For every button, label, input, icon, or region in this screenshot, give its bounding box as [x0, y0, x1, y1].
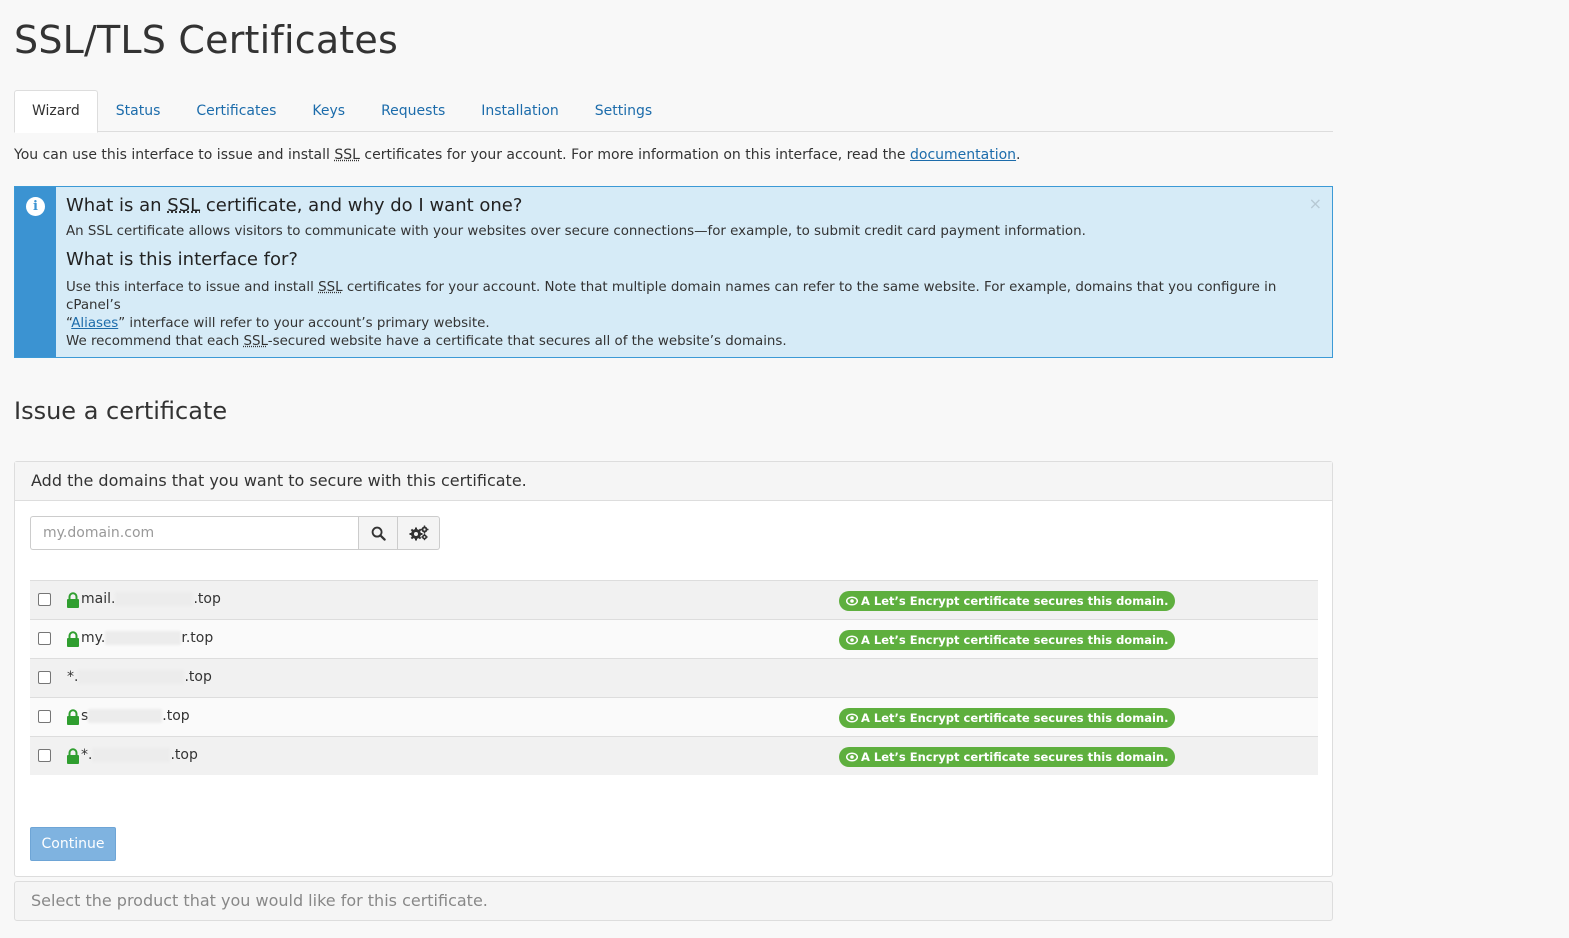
lock-icon [67, 592, 79, 608]
status-badge: A Let’s Encrypt certificate secures this… [839, 747, 1176, 767]
search-icon [371, 526, 386, 541]
status-badge: A Let’s Encrypt certificate secures this… [839, 630, 1176, 650]
eye-icon [846, 752, 858, 762]
domain-name: my. r.top [81, 630, 213, 646]
alert-side-bar: i [15, 187, 56, 357]
domain-suffix: .top [162, 708, 190, 724]
aliases-link[interactable]: Aliases [71, 316, 118, 331]
domain-prefix: *. [67, 669, 79, 685]
alert-p4-prefix: We recommend that each [66, 334, 244, 349]
alert-p4: We recommend that each SSL-secured websi… [66, 333, 1322, 351]
domains-panel-heading: Add the domains that you want to secure … [15, 462, 1332, 501]
lock-icon [67, 631, 79, 647]
tab-bar: Wizard Status Certificates Keys Requests… [14, 90, 1333, 133]
domain-checkbox[interactable] [38, 710, 51, 723]
domain-checkbox[interactable] [38, 593, 51, 606]
tab-settings[interactable]: Settings [577, 90, 670, 132]
redacted-text [105, 631, 182, 645]
domain-row: my. r.top A Let’s Encrypt certificate sec… [30, 619, 1318, 658]
close-icon[interactable]: × [1309, 194, 1322, 213]
domain-row: *. .top [30, 658, 1318, 697]
eye-icon [846, 635, 858, 645]
alert-p2-prefix: Use this interface to issue and install [66, 280, 319, 295]
badge-label: A Let’s Encrypt certificate secures this… [861, 711, 1169, 725]
alert-p4-suffix: -secured website have a certificate that… [267, 334, 787, 349]
info-icon: i [26, 197, 45, 216]
settings-button[interactable] [398, 516, 440, 550]
search-button[interactable] [358, 516, 398, 550]
alert-p2-abbr: SSL [318, 280, 343, 295]
domain-checkbox[interactable] [38, 671, 51, 684]
domain-name: mail. .top [81, 591, 221, 607]
alert-h1-suffix: certificate, and why do I want one? [200, 195, 523, 216]
domain-prefix: s [81, 708, 89, 724]
domain-prefix: *. [81, 747, 93, 763]
intro-suffix: certificates for your account. For more … [359, 147, 910, 163]
domain-prefix: my. [81, 630, 106, 646]
alert-heading-what-is-ssl: What is an SSL certificate, and why do I… [66, 195, 1322, 216]
status-badge: A Let’s Encrypt certificate secures this… [839, 591, 1176, 611]
eye-icon [846, 713, 858, 723]
domain-name: *. .top [67, 669, 212, 685]
intro-text: You can use this interface to issue and … [14, 147, 1021, 163]
domain-list: mail. .top A Let’s Encrypt certificate se… [30, 580, 1318, 775]
info-alert: i What is an SSL certificate, and why do… [14, 186, 1333, 358]
tab-installation[interactable]: Installation [463, 90, 577, 132]
redacted-text [92, 748, 171, 762]
intro-ssl-abbr: SSL [334, 147, 360, 163]
alert-body: What is an SSL certificate, and why do I… [56, 187, 1332, 357]
domain-search-group [30, 516, 440, 550]
redacted-text [88, 709, 163, 723]
domain-row: *. .top A Let’s Encrypt certificate secur… [30, 736, 1318, 775]
tab-keys[interactable]: Keys [294, 90, 363, 132]
tab-status[interactable]: Status [98, 90, 179, 132]
domain-checkbox[interactable] [38, 749, 51, 762]
page-title: SSL/TLS Certificates [14, 18, 398, 62]
domain-prefix: mail. [81, 591, 116, 607]
product-panel-heading[interactable]: Select the product that you would like f… [14, 881, 1333, 921]
status-badge: A Let’s Encrypt certificate secures this… [839, 708, 1176, 728]
tab-requests[interactable]: Requests [363, 90, 463, 132]
redacted-text [78, 670, 185, 684]
alert-heading-interface: What is this interface for? [66, 249, 298, 270]
intro-prefix: You can use this interface to issue and … [14, 147, 335, 163]
tab-wizard[interactable]: Wizard [14, 90, 98, 133]
alert-p4-abbr: SSL [243, 334, 268, 349]
documentation-link[interactable]: documentation [910, 147, 1016, 163]
lock-icon [67, 709, 79, 725]
domain-search-input[interactable] [30, 516, 358, 550]
alert-p2: Use this interface to issue and install … [66, 279, 1322, 315]
badge-label: A Let’s Encrypt certificate secures this… [861, 594, 1169, 608]
eye-icon [846, 596, 858, 606]
alert-h1-prefix: What is an [66, 195, 168, 216]
domain-name: *. .top [81, 747, 198, 763]
badge-label: A Let’s Encrypt certificate secures this… [861, 750, 1169, 764]
badge-label: A Let’s Encrypt certificate secures this… [861, 633, 1169, 647]
domain-suffix: .top [170, 747, 198, 763]
redacted-text [115, 592, 194, 606]
alert-p3: “Aliases” interface will refer to your a… [66, 315, 1322, 333]
alert-h1-abbr: SSL [167, 195, 201, 216]
domain-row: s .top A Let’s Encrypt certificate secure… [30, 697, 1318, 736]
alert-p1: An SSL certificate allows visitors to co… [66, 224, 1086, 239]
domain-suffix: .top [193, 591, 221, 607]
issue-heading: Issue a certificate [14, 397, 228, 425]
gears-icon [409, 525, 428, 541]
domain-suffix: r.top [181, 630, 214, 646]
domain-name: s .top [81, 708, 190, 724]
domain-row: mail. .top A Let’s Encrypt certificate se… [30, 580, 1318, 619]
lock-icon [67, 748, 79, 764]
alert-p3-suffix: ” interface will refer to your account’s… [118, 316, 490, 331]
continue-button[interactable]: Continue [30, 827, 116, 861]
intro-end: . [1016, 147, 1021, 163]
domains-panel: Add the domains that you want to secure … [14, 461, 1333, 877]
tab-certificates[interactable]: Certificates [178, 90, 294, 132]
domain-suffix: .top [184, 669, 212, 685]
domain-checkbox[interactable] [38, 632, 51, 645]
